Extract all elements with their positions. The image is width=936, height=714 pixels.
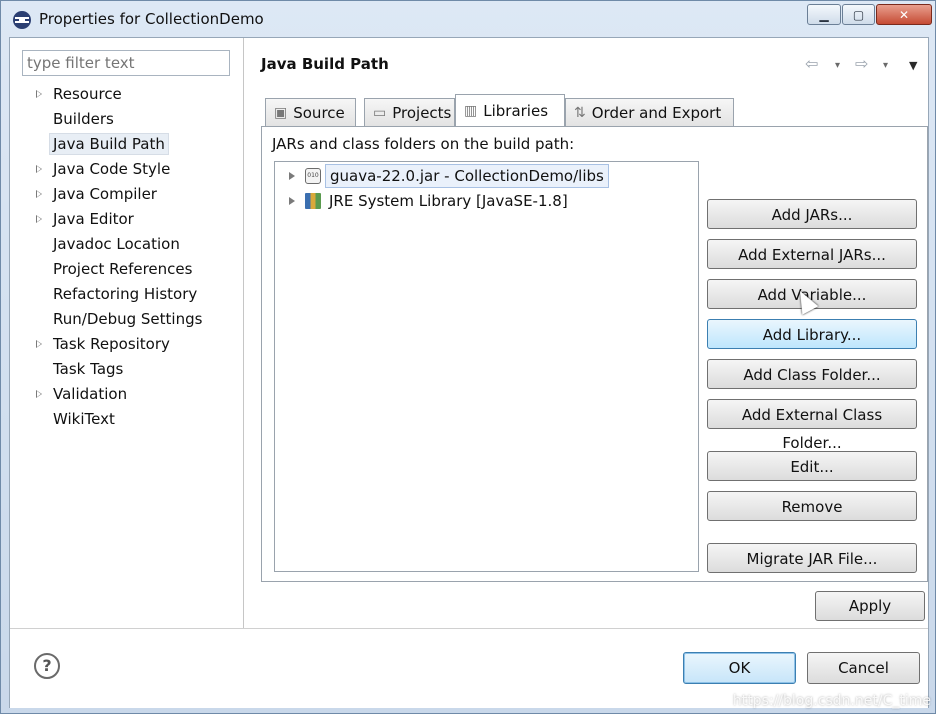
tab-libraries[interactable]: ▥ Libraries <box>455 94 565 126</box>
remove-button[interactable]: Remove <box>707 491 917 521</box>
expand-arrow-icon[interactable] <box>36 215 42 223</box>
nav-item-task-tags[interactable]: Task Tags <box>10 357 244 382</box>
nav-item-label: Java Compiler <box>53 185 157 203</box>
back-dropdown-icon[interactable]: ▾ <box>835 60 840 71</box>
expand-arrow-icon[interactable] <box>36 340 42 348</box>
maximize-button[interactable]: ▢ <box>842 4 875 25</box>
nav-item-label: WikiText <box>53 410 115 428</box>
libraries-tree[interactable]: 010 guava-22.0.jar - CollectionDemo/libs… <box>274 161 699 572</box>
nav-item-label: Java Code Style <box>53 160 171 178</box>
tab-label: Projects <box>392 103 452 122</box>
nav-item-builders[interactable]: Builders <box>10 107 244 132</box>
projects-folder-icon: ▭ <box>373 104 387 121</box>
expand-arrow-icon[interactable] <box>289 172 295 180</box>
page-title: Java Build Path <box>261 55 389 73</box>
property-page-tree: Resource Builders Java Build Path Java C… <box>10 38 244 628</box>
property-page: Java Build Path ⇦ ▾ ⇨ ▾ ▼ ▣ Source ▭ Pro… <box>245 38 928 628</box>
nav-item-label: Task Tags <box>53 360 124 378</box>
nav-item-project-references[interactable]: Project References <box>10 257 244 282</box>
eclipse-icon <box>13 11 31 29</box>
tree-item-label: JRE System Library [JavaSE-1.8] <box>329 192 568 210</box>
expand-arrow-icon[interactable] <box>36 90 42 98</box>
tab-label: Source <box>293 103 345 122</box>
order-export-icon: ⇅ <box>574 104 586 121</box>
ok-button[interactable]: OK <box>683 652 796 684</box>
back-arrow-icon[interactable]: ⇦ <box>805 54 818 73</box>
nav-item-label: Javadoc Location <box>53 235 180 253</box>
expand-arrow-icon[interactable] <box>289 197 295 205</box>
nav-item-run-debug-settings[interactable]: Run/Debug Settings <box>10 307 244 332</box>
view-menu-icon[interactable]: ▼ <box>909 59 917 72</box>
nav-item-task-repository[interactable]: Task Repository <box>10 332 244 357</box>
window-title: Properties for CollectionDemo <box>39 10 264 28</box>
help-icon[interactable]: ? <box>34 653 60 679</box>
tab-projects[interactable]: ▭ Projects <box>364 98 455 126</box>
tab-label: Order and Export <box>591 103 722 122</box>
libraries-icon: ▥ <box>464 102 478 119</box>
add-class-folder-button[interactable]: Add Class Folder... <box>707 359 917 389</box>
expand-arrow-icon[interactable] <box>36 390 42 398</box>
properties-dialog: Properties for CollectionDemo ▁ ▢ ✕ Reso… <box>0 0 936 714</box>
apply-button[interactable]: Apply <box>815 591 925 621</box>
expand-arrow-icon[interactable] <box>36 165 42 173</box>
nav-item-resource[interactable]: Resource <box>10 82 244 107</box>
add-library-button[interactable]: Add Library... <box>707 319 917 349</box>
tab-source[interactable]: ▣ Source <box>265 98 356 126</box>
nav-item-label: Task Repository <box>53 335 170 353</box>
nav-item-label: Run/Debug Settings <box>53 310 203 328</box>
title-bar[interactable]: Properties for CollectionDemo ▁ ▢ ✕ <box>1 1 935 37</box>
libraries-tab-panel: JARs and class folders on the build path… <box>261 126 928 582</box>
cancel-button[interactable]: Cancel <box>807 652 920 684</box>
nav-item-java-editor[interactable]: Java Editor <box>10 207 244 232</box>
migrate-jar-file-button[interactable]: Migrate JAR File... <box>707 543 917 573</box>
close-button[interactable]: ✕ <box>876 4 932 25</box>
libraries-caption: JARs and class folders on the build path… <box>272 135 575 153</box>
nav-item-label: Refactoring History <box>53 285 198 303</box>
jar-icon: 010 <box>305 168 321 184</box>
forward-arrow-icon[interactable]: ⇨ <box>855 54 868 73</box>
nav-item-label: Java Editor <box>53 210 134 228</box>
nav-item-refactoring-history[interactable]: Refactoring History <box>10 282 244 307</box>
minimize-button[interactable]: ▁ <box>807 4 841 25</box>
nav-item-validation[interactable]: Validation <box>10 382 244 407</box>
dialog-client-area: Resource Builders Java Build Path Java C… <box>9 37 929 708</box>
nav-item-label: Builders <box>53 110 114 128</box>
watermark: https://blog.csdn.net/C_time <box>732 693 931 709</box>
nav-item-java-compiler[interactable]: Java Compiler <box>10 182 244 207</box>
nav-item-label: Resource <box>53 85 122 103</box>
tree-item-label: guava-22.0.jar - CollectionDemo/libs <box>325 164 609 188</box>
expand-arrow-icon[interactable] <box>36 190 42 198</box>
add-jars-button[interactable]: Add JARs... <box>707 199 917 229</box>
nav-item-label: Project References <box>53 260 193 278</box>
nav-item-label: Java Build Path <box>49 133 169 155</box>
add-external-class-folder-button[interactable]: Add External Class Folder... <box>707 399 917 452</box>
nav-item-java-build-path[interactable]: Java Build Path <box>10 132 244 157</box>
filter-input[interactable] <box>22 50 230 76</box>
tab-label: Libraries <box>483 101 549 120</box>
library-icon <box>305 193 321 209</box>
add-external-jars-button[interactable]: Add External JARs... <box>707 239 917 269</box>
nav-item-java-code-style[interactable]: Java Code Style <box>10 157 244 182</box>
source-folder-icon: ▣ <box>274 104 288 121</box>
nav-item-wikitext[interactable]: WikiText <box>10 407 244 432</box>
forward-dropdown-icon[interactable]: ▾ <box>883 60 888 71</box>
nav-item-label: Validation <box>53 385 128 403</box>
edit-button[interactable]: Edit... <box>707 451 917 481</box>
nav-item-javadoc-location[interactable]: Javadoc Location <box>10 232 244 257</box>
tab-order-and-export[interactable]: ⇅ Order and Export <box>565 98 734 126</box>
nav-list: Resource Builders Java Build Path Java C… <box>10 82 244 432</box>
